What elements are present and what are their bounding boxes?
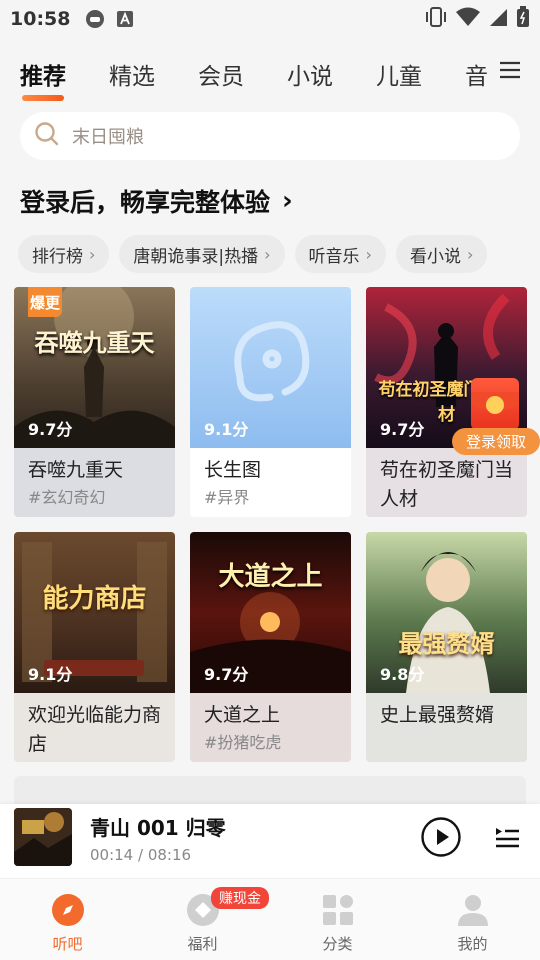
nav-welfare[interactable]: 福利 赚现金 (135, 879, 270, 960)
cover-title-art: 能力商店 (42, 584, 147, 614)
nav-label: 福利 (187, 935, 218, 953)
chevron-right-icon: › (264, 244, 271, 264)
nav-label: 分类 (322, 935, 353, 953)
book-title: 苟在初圣魔门当人材 (380, 459, 514, 510)
login-red-packet[interactable]: 登录领取 (452, 378, 540, 456)
search-placeholder: 末日囤粮 (72, 127, 144, 148)
book-tag[interactable]: #玄幻奇幻 (28, 485, 161, 511)
chip-ranking[interactable]: 排行榜 › (18, 235, 110, 273)
text-notification-icon (114, 8, 136, 30)
book-title: 大道之上 (204, 704, 281, 726)
book-cover: 最强赘婿 9.8分 (366, 532, 527, 693)
chevron-right-icon: › (89, 244, 96, 264)
search-icon (34, 121, 60, 151)
book-info: 欢迎光临能力商店 (14, 693, 175, 762)
wifi-icon (456, 7, 480, 32)
chip-label: 唐朝诡事录|热播 (133, 246, 259, 267)
profile-icon (457, 895, 488, 926)
book-info: 长生图 #异界 (190, 448, 351, 517)
red-packet-label: 登录领取 (452, 428, 540, 455)
signal-icon (488, 7, 508, 32)
chevron-right-icon: › (365, 244, 372, 264)
battery-icon (516, 5, 530, 33)
nav-label: 我的 (457, 935, 488, 953)
cover-title-art: 大道之上 (218, 562, 323, 592)
book-title: 史上最强赘婿 (380, 704, 495, 726)
book-info: 大道之上 #扮猪吃虎 (190, 693, 351, 762)
nav-category[interactable]: 分类 (270, 879, 405, 960)
mini-player[interactable]: 青山 001 归零 00:14 / 08:16 (0, 804, 540, 878)
next-section-peek (14, 776, 526, 806)
search-bar[interactable]: 末日囤粮 (20, 112, 520, 160)
book-card[interactable]: 能力商店 9.1分 欢迎光临能力商店 (14, 532, 175, 762)
vibrate-icon (424, 6, 448, 33)
player-time: 00:14 / 08:16 (90, 846, 192, 864)
bottom-nav: 听吧 福利 赚现金 分类 我的 (0, 878, 540, 960)
book-score: 9.8分 (380, 665, 425, 684)
status-time: 10:58 (10, 8, 71, 30)
tab-novel[interactable]: 小说 (287, 57, 333, 91)
tabs-menu-icon[interactable] (498, 60, 522, 80)
tab-featured[interactable]: 精选 (109, 57, 155, 91)
login-prompt-text: 登录后，畅享完整体验 (20, 188, 271, 217)
book-score: 9.7分 (380, 420, 425, 439)
book-score: 9.1分 (28, 665, 73, 684)
play-icon (421, 817, 461, 857)
chevron-right-icon: › (466, 244, 474, 264)
book-info: 史上最强赘婿 (366, 693, 527, 762)
nav-profile[interactable]: 我的 (405, 879, 540, 960)
book-score: 9.1分 (204, 420, 249, 439)
quick-chips: 排行榜 › 唐朝诡事录|热播 › 听音乐 › 看小说 › (18, 235, 540, 273)
book-card[interactable]: 吞噬九重天 爆更 9.7分 吞噬九重天 #玄幻奇幻 (14, 287, 175, 517)
playlist-icon (496, 828, 519, 848)
login-prompt[interactable]: 登录后，畅享完整体验 › (20, 183, 293, 219)
category-tabs: 推荐 精选 会员 小说 儿童 音 (0, 50, 540, 101)
earn-cash-badge: 赚现金 (211, 887, 269, 909)
book-info: 吞噬九重天 #玄幻奇幻 (14, 448, 175, 517)
book-score: 9.7分 (28, 420, 73, 439)
tab-vip[interactable]: 会员 (198, 57, 244, 91)
book-cover: 能力商店 9.1分 (14, 532, 175, 693)
compass-icon (51, 894, 84, 926)
category-icon (322, 895, 353, 925)
book-tag[interactable]: #异界 (204, 485, 337, 511)
book-card[interactable]: 大道之上 9.7分 大道之上 #扮猪吃虎 (190, 532, 351, 762)
book-cover: 吞噬九重天 爆更 9.7分 (14, 287, 175, 448)
book-cover: 大道之上 9.7分 (190, 532, 351, 693)
tab-music-partial[interactable]: 音 (465, 57, 488, 91)
chip-tang-dynasty[interactable]: 唐朝诡事录|热播 › (119, 235, 285, 273)
chip-read-novel[interactable]: 看小说 › (395, 235, 488, 273)
book-card[interactable]: 最强赘婿 9.8分 史上最强赘婿 (366, 532, 527, 762)
update-badge: 爆更 (28, 287, 62, 317)
book-score: 9.7分 (204, 665, 249, 684)
chip-label: 听音乐 (308, 246, 360, 267)
status-right (424, 5, 530, 33)
chevron-right-icon: › (282, 186, 293, 216)
playlist-button[interactable] (492, 822, 522, 852)
book-cover: 9.1分 (190, 287, 351, 448)
book-title: 吞噬九重天 (28, 459, 124, 481)
play-button[interactable] (420, 816, 462, 858)
cover-title-art: 吞噬九重天 (34, 328, 155, 357)
book-info: 苟在初圣魔门当人材 (366, 448, 527, 517)
chip-music[interactable]: 听音乐 › (294, 235, 386, 273)
red-envelope-icon (471, 378, 519, 430)
nav-label: 听吧 (52, 935, 83, 953)
player-cover (14, 808, 72, 866)
cover-title-art: 最强赘婿 (398, 629, 495, 658)
app-notification-icon (84, 8, 106, 30)
nav-listen[interactable]: 听吧 (0, 879, 135, 960)
book-tag[interactable]: #扮猪吃虎 (204, 730, 337, 756)
tab-kids[interactable]: 儿童 (376, 57, 422, 91)
book-title: 长生图 (204, 459, 262, 481)
book-title: 欢迎光临能力商店 (28, 704, 162, 755)
tab-recommend[interactable]: 推荐 (20, 57, 66, 101)
book-card[interactable]: 9.1分 长生图 #异界 (190, 287, 351, 517)
chip-label: 排行榜 (32, 246, 83, 267)
player-title: 青山 001 归零 (90, 816, 226, 840)
chip-label: 看小说 (409, 246, 461, 267)
status-bar: 10:58 (0, 0, 540, 38)
